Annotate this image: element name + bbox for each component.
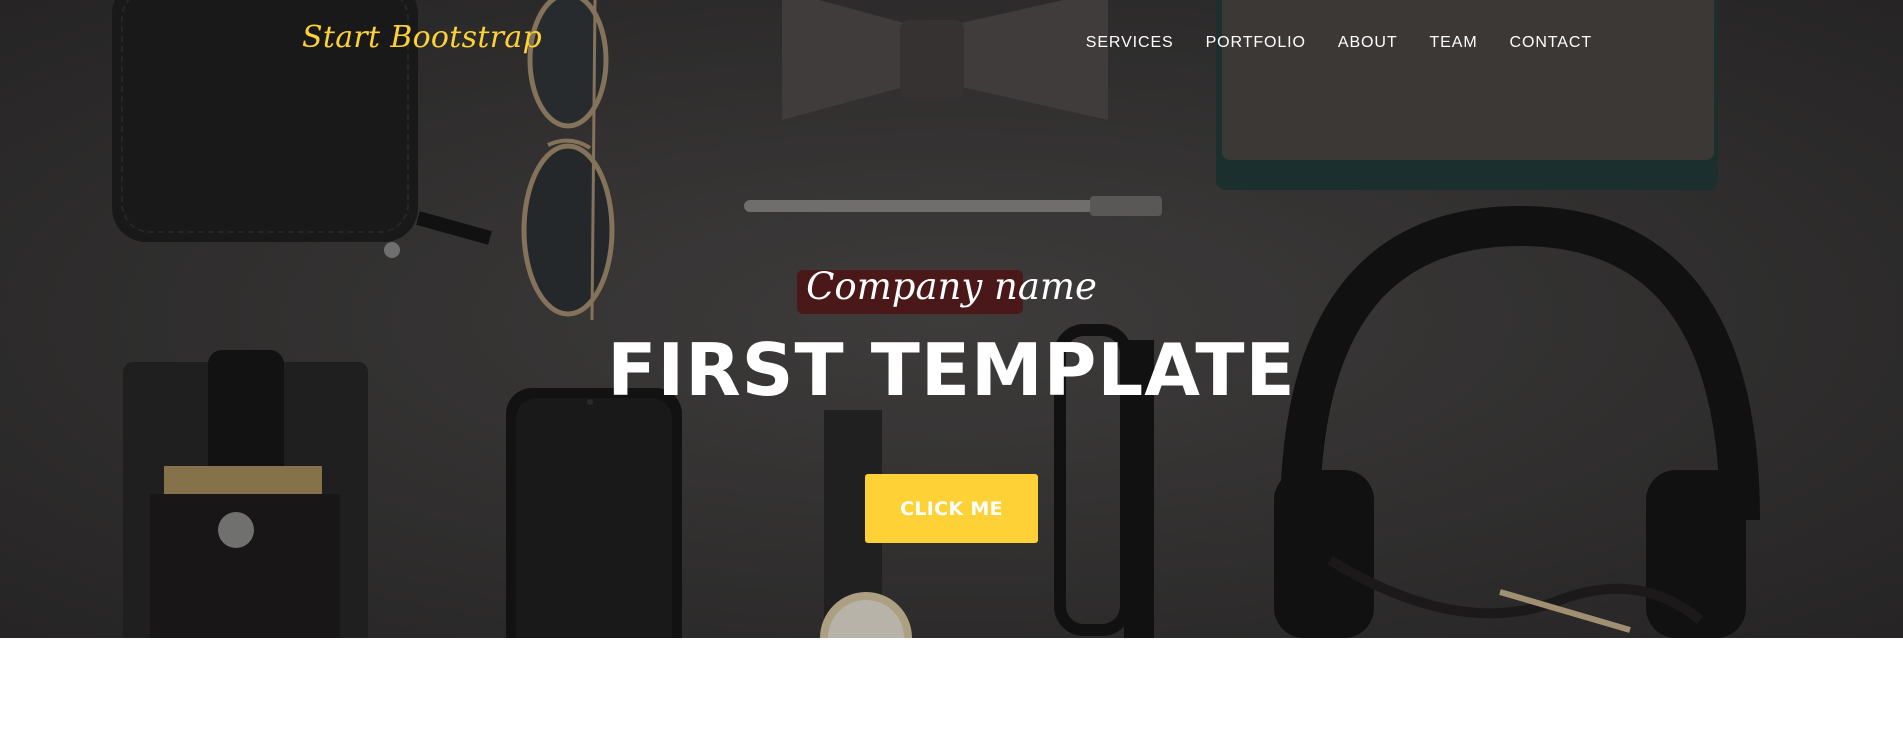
hero-title: FIRST TEMPLATE [607,328,1296,412]
brand-logo-link[interactable]: Start Bootstrap [302,20,542,55]
top-navbar: Start Bootstrap SERVICES PORTFOLIO ABOUT… [0,0,1903,88]
nav-link-portfolio[interactable]: PORTFOLIO [1206,34,1306,51]
hero-subtitle: Company name [806,265,1097,308]
nav-menu: SERVICES PORTFOLIO ABOUT TEAM CONTACT [1054,34,1592,52]
nav-link-about[interactable]: ABOUT [1338,34,1398,51]
nav-link-team[interactable]: TEAM [1430,34,1478,51]
hero-section: Start Bootstrap SERVICES PORTFOLIO ABOUT… [0,0,1903,638]
nav-link-contact[interactable]: CONTACT [1510,34,1592,51]
nav-link-services[interactable]: SERVICES [1086,34,1174,51]
click-me-button[interactable]: CLICK ME [865,474,1038,543]
